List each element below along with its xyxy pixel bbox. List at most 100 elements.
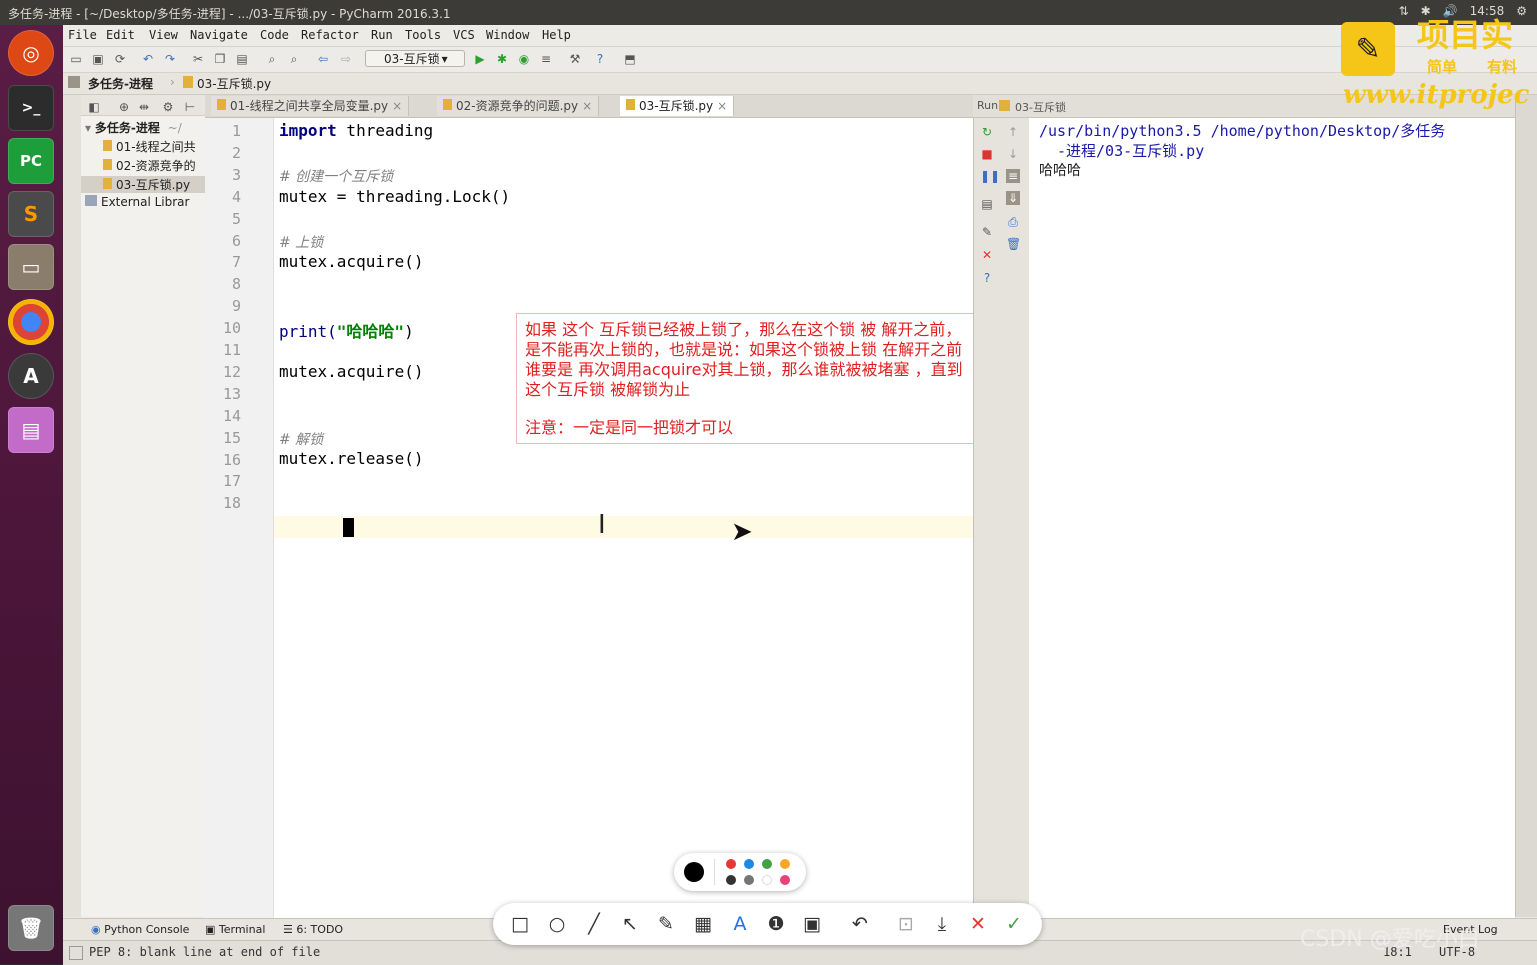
ubuntu-home-icon[interactable]: ◎ xyxy=(8,30,54,76)
cut-icon[interactable]: ✂ xyxy=(191,52,205,66)
back-icon[interactable]: ⇦ xyxy=(316,52,330,66)
menu-navigate[interactable]: Navigate xyxy=(190,28,248,42)
close-icon[interactable]: × xyxy=(582,99,592,113)
close-icon[interactable]: × xyxy=(717,99,727,113)
menu-window[interactable]: Window xyxy=(486,28,529,42)
project-view-icon[interactable]: ◧ xyxy=(87,100,101,114)
confirm-icon[interactable]: ✓ xyxy=(1001,911,1027,937)
run-config-tab[interactable]: 03-互斥锁 xyxy=(1015,99,1066,115)
tree-file-01[interactable]: 01-线程之间共 xyxy=(103,138,196,155)
number-icon[interactable]: ❶ xyxy=(763,911,789,937)
text-icon[interactable]: A xyxy=(727,911,753,937)
down-icon[interactable]: ↓ xyxy=(1006,147,1020,161)
color-swatch[interactable] xyxy=(780,875,790,885)
scroll-from-source-icon[interactable]: ⊕ xyxy=(117,100,131,114)
vcs-icon[interactable]: ⬒ xyxy=(623,52,637,66)
redo-icon[interactable]: ↷ xyxy=(163,52,177,66)
sync-icon[interactable]: ⟳ xyxy=(113,52,127,66)
rerun-icon[interactable]: ↻ xyxy=(980,125,994,139)
undo-icon[interactable]: ↶ xyxy=(141,52,155,66)
paste-icon[interactable]: ▤ xyxy=(235,52,249,66)
tab-01[interactable]: 01-线程之间共享全局变量.py × xyxy=(211,96,410,116)
open-icon[interactable]: ▭ xyxy=(69,52,83,66)
trash-icon[interactable]: 🗑 xyxy=(8,905,54,951)
menu-tools[interactable]: Tools xyxy=(405,28,441,42)
help-icon[interactable]: ? xyxy=(593,52,607,66)
selected-color-swatch[interactable] xyxy=(684,862,704,882)
up-icon[interactable]: ↑ xyxy=(1006,125,1020,139)
print-icon[interactable]: ⎙ xyxy=(1006,215,1020,229)
pin-icon[interactable]: ⊡ xyxy=(893,911,919,937)
pycharm-icon[interactable]: PC xyxy=(8,138,54,184)
color-swatch[interactable] xyxy=(744,859,754,869)
hide-icon[interactable]: ⊢ xyxy=(183,100,197,114)
stop-run-icon[interactable]: ■ xyxy=(980,147,994,161)
color-swatch[interactable] xyxy=(726,875,736,885)
find-icon[interactable]: ⌕ xyxy=(265,52,279,66)
menu-file[interactable]: File xyxy=(68,28,97,42)
terminal-button[interactable]: ▣ Terminal xyxy=(205,923,265,936)
workspace-switcher-icon[interactable]: ▤ xyxy=(8,407,54,453)
close-icon[interactable]: ✕ xyxy=(965,911,991,937)
sublime-text-icon[interactable]: S xyxy=(8,191,54,237)
breadcrumb-project[interactable]: 多任务-进程 xyxy=(88,75,153,92)
python-console-button[interactable]: ◉ Python Console xyxy=(91,923,189,936)
close-icon[interactable]: × xyxy=(392,99,402,113)
blur-icon[interactable]: ▣ xyxy=(799,911,825,937)
menu-run[interactable]: Run xyxy=(371,28,393,42)
scroll-end-icon[interactable]: ⇓ xyxy=(1006,191,1020,205)
menu-edit[interactable]: Edit xyxy=(106,28,135,42)
line-icon[interactable]: ╱ xyxy=(581,911,607,937)
tree-file-02[interactable]: 02-资源竞争的 xyxy=(103,157,196,174)
tree-root[interactable]: ▾ 多任务-进程 ~/ xyxy=(85,119,182,136)
tree-file-03[interactable]: 03-互斥锁.py xyxy=(81,176,205,193)
gear-icon[interactable]: ⚙ xyxy=(161,100,175,114)
todo-button[interactable]: ☰ 6: TODO xyxy=(283,923,343,936)
rectangle-icon[interactable]: □ xyxy=(507,911,533,937)
layout-icon[interactable]: ▤ xyxy=(980,197,994,211)
pin-tab-icon[interactable]: ✎ xyxy=(980,225,994,239)
menu-vcs[interactable]: VCS xyxy=(453,28,475,42)
tab-02[interactable]: 02-资源竞争的问题.py × xyxy=(437,96,600,116)
code-editor[interactable]: import threading # 创建一个互斥锁 mutex = threa… xyxy=(274,118,1036,918)
soft-wrap-icon[interactable]: ≡ xyxy=(1006,169,1020,183)
save-icon[interactable]: ▣ xyxy=(91,52,105,66)
menu-code[interactable]: Code xyxy=(260,28,289,42)
menu-refactor[interactable]: Refactor xyxy=(301,28,359,42)
run-help-icon[interactable]: ? xyxy=(980,271,994,285)
right-tool-strip[interactable] xyxy=(1515,95,1537,917)
replace-icon[interactable]: ⌕ xyxy=(287,52,301,66)
terminal-icon[interactable]: >_ xyxy=(8,85,54,131)
breadcrumb-file[interactable]: 03-互斥锁.py xyxy=(197,75,271,92)
tab-03[interactable]: 03-互斥锁.py × xyxy=(620,96,735,116)
debug-icon[interactable]: ✱ xyxy=(495,52,509,66)
stop-icon[interactable]: ≡ xyxy=(539,52,553,66)
color-swatch[interactable] xyxy=(780,859,790,869)
close-run-icon[interactable]: ✕ xyxy=(980,248,994,262)
coverage-icon[interactable]: ◉ xyxy=(517,52,531,66)
chrome-icon[interactable] xyxy=(8,299,54,345)
menu-help[interactable]: Help xyxy=(542,28,571,42)
color-swatch[interactable] xyxy=(762,859,772,869)
arrow-icon[interactable]: ↖ xyxy=(617,911,643,937)
toggle-tool-windows-icon[interactable] xyxy=(69,946,83,960)
run-config-select[interactable]: 03-互斥锁 ▾ xyxy=(365,50,465,67)
copy-icon[interactable]: ❐ xyxy=(213,52,227,66)
run-icon[interactable]: ▶ xyxy=(473,52,487,66)
mosaic-icon[interactable]: ▦ xyxy=(690,911,716,937)
software-updater-icon[interactable]: A xyxy=(8,353,54,399)
forward-icon[interactable]: ⇨ xyxy=(339,52,353,66)
ellipse-icon[interactable]: ○ xyxy=(544,911,570,937)
tree-external-libraries[interactable]: External Librar xyxy=(85,195,189,209)
files-icon[interactable]: ▭ xyxy=(8,244,54,290)
collapse-icon[interactable]: ⇹ xyxy=(137,100,151,114)
run-console[interactable]: /usr/bin/python3.5 /home/python/Desktop/… xyxy=(1029,118,1515,918)
download-icon[interactable]: ⤓ xyxy=(929,911,955,937)
pencil-icon[interactable]: ✎ xyxy=(653,911,679,937)
undo-icon[interactable]: ↶ xyxy=(847,911,873,937)
color-swatch[interactable] xyxy=(762,875,772,885)
clear-icon[interactable]: 🗑 xyxy=(1006,237,1021,251)
project-tool-strip[interactable] xyxy=(63,95,82,917)
pause-icon[interactable]: ❚❚ xyxy=(980,169,1000,183)
menu-view[interactable]: View xyxy=(149,28,178,42)
